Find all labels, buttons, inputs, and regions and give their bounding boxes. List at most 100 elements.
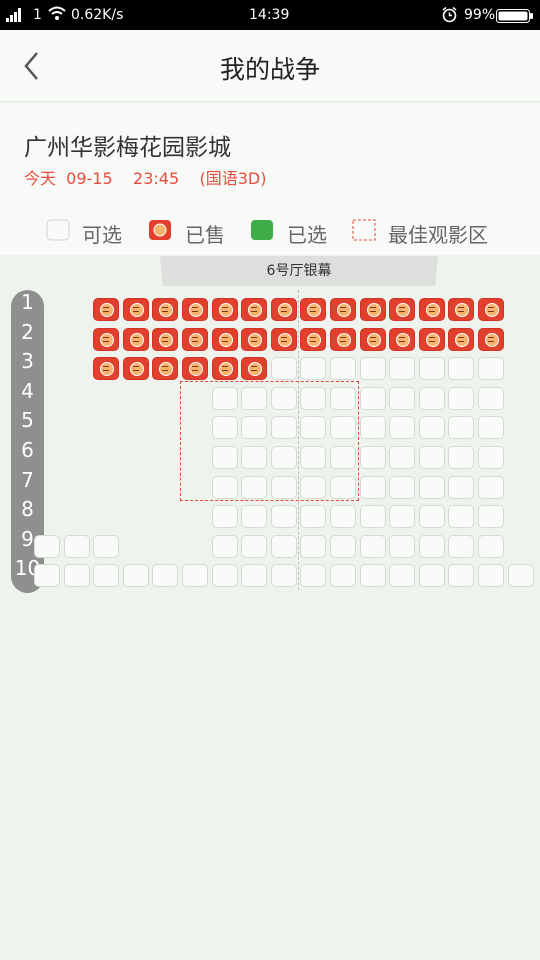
seat-available[interactable]: [330, 386, 356, 410]
seat-available[interactable]: [34, 564, 60, 588]
seat-available[interactable]: [211, 416, 238, 440]
seat-available[interactable]: [330, 505, 356, 529]
seat-available[interactable]: [63, 564, 90, 588]
seat-available[interactable]: [359, 386, 386, 410]
seat-sold: [389, 327, 416, 351]
seat-available[interactable]: [418, 505, 445, 529]
seat-available[interactable]: [507, 564, 534, 588]
seat-available[interactable]: [93, 534, 120, 558]
seat-available[interactable]: [241, 564, 268, 588]
seat-sold: [182, 298, 208, 321]
seat-available[interactable]: [478, 475, 504, 499]
seat-available[interactable]: [270, 416, 297, 440]
seat-available[interactable]: [270, 505, 297, 529]
seat-available[interactable]: [448, 534, 475, 558]
seat-available[interactable]: [359, 446, 386, 469]
seat-available[interactable]: [448, 386, 475, 410]
seat-available[interactable]: [389, 505, 416, 529]
seat-available[interactable]: [300, 386, 327, 410]
seat-available[interactable]: [300, 416, 327, 440]
seat-available[interactable]: [330, 475, 356, 499]
seat-available[interactable]: [241, 386, 268, 410]
seat-available[interactable]: [300, 446, 327, 469]
seat-sold: [330, 298, 356, 321]
seat-available[interactable]: [241, 446, 268, 469]
seat-available[interactable]: [389, 534, 416, 558]
row-number: 3: [21, 349, 34, 374]
seat-available[interactable]: [270, 446, 297, 469]
seat-sold: [270, 298, 297, 321]
seat-available[interactable]: [389, 475, 416, 499]
seat-sold: [152, 357, 179, 381]
seat-available[interactable]: [478, 386, 504, 410]
seat-available[interactable]: [418, 446, 445, 469]
seat-available[interactable]: [211, 386, 238, 410]
seat-available[interactable]: [418, 475, 445, 499]
seat-available[interactable]: [300, 357, 327, 381]
seat-sold: [418, 298, 445, 321]
seat-available[interactable]: [478, 357, 504, 381]
seat-available[interactable]: [418, 386, 445, 410]
seat-available[interactable]: [448, 475, 475, 499]
seat-available[interactable]: [211, 534, 238, 558]
seat-available[interactable]: [300, 505, 327, 529]
seat-available[interactable]: [241, 416, 268, 440]
seat-available[interactable]: [241, 505, 268, 529]
seat-available[interactable]: [122, 564, 149, 588]
seat-available[interactable]: [359, 564, 386, 588]
seat-sold: [241, 357, 268, 381]
seat-available[interactable]: [448, 505, 475, 529]
seat-available[interactable]: [418, 416, 445, 440]
seat-available[interactable]: [152, 564, 179, 588]
seat-sold: [270, 327, 297, 351]
seat-available[interactable]: [359, 534, 386, 558]
seat-available[interactable]: [330, 446, 356, 469]
seat-available[interactable]: [389, 446, 416, 469]
seat-available[interactable]: [211, 475, 238, 499]
seat-available[interactable]: [478, 505, 504, 529]
seat-sold: [93, 298, 120, 321]
seat-available[interactable]: [478, 416, 504, 440]
seat-available[interactable]: [448, 446, 475, 469]
seat-available[interactable]: [330, 416, 356, 440]
seat-available[interactable]: [478, 564, 504, 588]
seat-available[interactable]: [270, 564, 297, 588]
seat-available[interactable]: [63, 534, 90, 558]
seat-available[interactable]: [359, 505, 386, 529]
seat-available[interactable]: [211, 446, 238, 469]
seat-available[interactable]: [270, 534, 297, 558]
seat-available[interactable]: [389, 357, 416, 381]
seat-available[interactable]: [418, 357, 445, 381]
seat-available[interactable]: [211, 564, 238, 588]
seat-available[interactable]: [330, 357, 356, 381]
seat-sold: [152, 327, 179, 351]
seat-available[interactable]: [418, 534, 445, 558]
seat-available[interactable]: [389, 386, 416, 410]
seat-available[interactable]: [478, 446, 504, 469]
seat-available[interactable]: [270, 357, 297, 381]
seat-available[interactable]: [330, 564, 356, 588]
seat-available[interactable]: [270, 386, 297, 410]
seat-available[interactable]: [241, 534, 268, 558]
seat-available[interactable]: [34, 534, 60, 558]
seat-available[interactable]: [300, 475, 327, 499]
seat-available[interactable]: [211, 505, 238, 529]
seat-available[interactable]: [389, 564, 416, 588]
seat-available[interactable]: [300, 534, 327, 558]
seat-available[interactable]: [270, 475, 297, 499]
seat-available[interactable]: [359, 475, 386, 499]
seat-available[interactable]: [330, 534, 356, 558]
seat-available[interactable]: [448, 416, 475, 440]
seat-available[interactable]: [359, 416, 386, 440]
seat-available[interactable]: [448, 357, 475, 381]
seat-available[interactable]: [182, 564, 208, 588]
seat-map[interactable]: 6号厅银幕 1 2 3 4 5 6 7 8 9 10: [0, 255, 540, 960]
seat-available[interactable]: [478, 534, 504, 558]
seat-available[interactable]: [93, 564, 120, 588]
seat-available[interactable]: [241, 475, 268, 499]
seat-available[interactable]: [359, 357, 386, 381]
seat-available[interactable]: [418, 564, 445, 588]
seat-available[interactable]: [389, 416, 416, 440]
seat-available[interactable]: [448, 564, 475, 588]
seat-available[interactable]: [300, 564, 327, 588]
